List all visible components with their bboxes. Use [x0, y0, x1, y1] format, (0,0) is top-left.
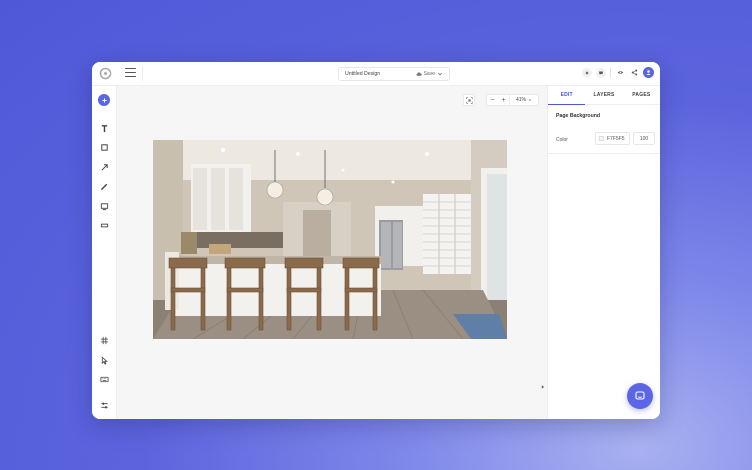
- top-bar: Untitled Design Save: [92, 62, 660, 86]
- zoom-out-button[interactable]: −: [487, 95, 498, 105]
- zoom-in-button[interactable]: +: [498, 95, 509, 105]
- image-icon[interactable]: [99, 201, 110, 212]
- zoom-value: 41%: [515, 97, 526, 103]
- pointer-icon[interactable]: [99, 355, 110, 366]
- opacity-field[interactable]: 100: [633, 132, 655, 145]
- tab-layers[interactable]: LAYERS: [585, 86, 622, 104]
- tab-edit[interactable]: EDIT: [548, 86, 586, 105]
- save-label: Save: [423, 71, 435, 77]
- color-hex-field[interactable]: F7F5F5: [595, 132, 630, 145]
- color-hex-value: F7F5F5: [607, 135, 625, 142]
- grid-icon[interactable]: [99, 335, 110, 346]
- tab-pages[interactable]: PAGES: [623, 86, 660, 104]
- collapse-panel-arrow-icon[interactable]: [540, 384, 546, 390]
- properties-panel: EDIT LAYERS PAGES Page Background Color …: [547, 86, 660, 419]
- keyboard-icon[interactable]: [99, 374, 110, 385]
- frame-icon[interactable]: [99, 220, 110, 231]
- share-icon[interactable]: [629, 68, 639, 78]
- rectangle-icon[interactable]: [99, 142, 110, 153]
- chat-support-button[interactable]: [627, 383, 653, 409]
- toolbar-separator: [610, 67, 611, 78]
- zoom-control: − + 41%: [486, 94, 539, 106]
- panel-divider: [548, 153, 660, 154]
- chat-icon: [635, 391, 645, 400]
- logo-icon[interactable]: [99, 67, 112, 80]
- chevron-down-icon: [528, 99, 532, 101]
- save-button[interactable]: Save: [416, 71, 449, 77]
- user-avatar-icon[interactable]: [643, 67, 654, 78]
- color-label: Color: [556, 137, 568, 143]
- color-swatch[interactable]: [599, 136, 604, 141]
- design-title[interactable]: Untitled Design: [339, 71, 416, 77]
- chevron-down-icon: [437, 72, 443, 76]
- zoom-level-dropdown[interactable]: 41%: [509, 95, 538, 105]
- comment-icon[interactable]: [596, 67, 606, 78]
- design-title-field[interactable]: Untitled Design Save: [338, 67, 450, 81]
- cloud-icon: [416, 72, 422, 76]
- toolbar-divider: [142, 67, 143, 81]
- top-right-actions: [582, 67, 654, 78]
- section-title: Page Background: [556, 113, 601, 119]
- settings-sliders-icon[interactable]: [99, 400, 110, 411]
- pen-icon[interactable]: [99, 181, 110, 192]
- close-icon[interactable]: [582, 67, 592, 78]
- design-editor-window: Untitled Design Save − + 41% EDIT LAYERS…: [92, 62, 660, 419]
- add-icon[interactable]: [98, 94, 110, 106]
- panel-tabs: EDIT LAYERS PAGES: [548, 86, 660, 105]
- menu-icon[interactable]: [125, 68, 136, 79]
- left-toolbar: [92, 86, 117, 419]
- text-icon[interactable]: [99, 123, 110, 134]
- fit-screen-icon[interactable]: [463, 94, 475, 106]
- design-canvas[interactable]: − + 41%: [117, 86, 547, 419]
- preview-eye-icon[interactable]: [615, 68, 625, 78]
- arrow-icon[interactable]: [99, 162, 110, 173]
- kitchen-photo[interactable]: [153, 140, 507, 339]
